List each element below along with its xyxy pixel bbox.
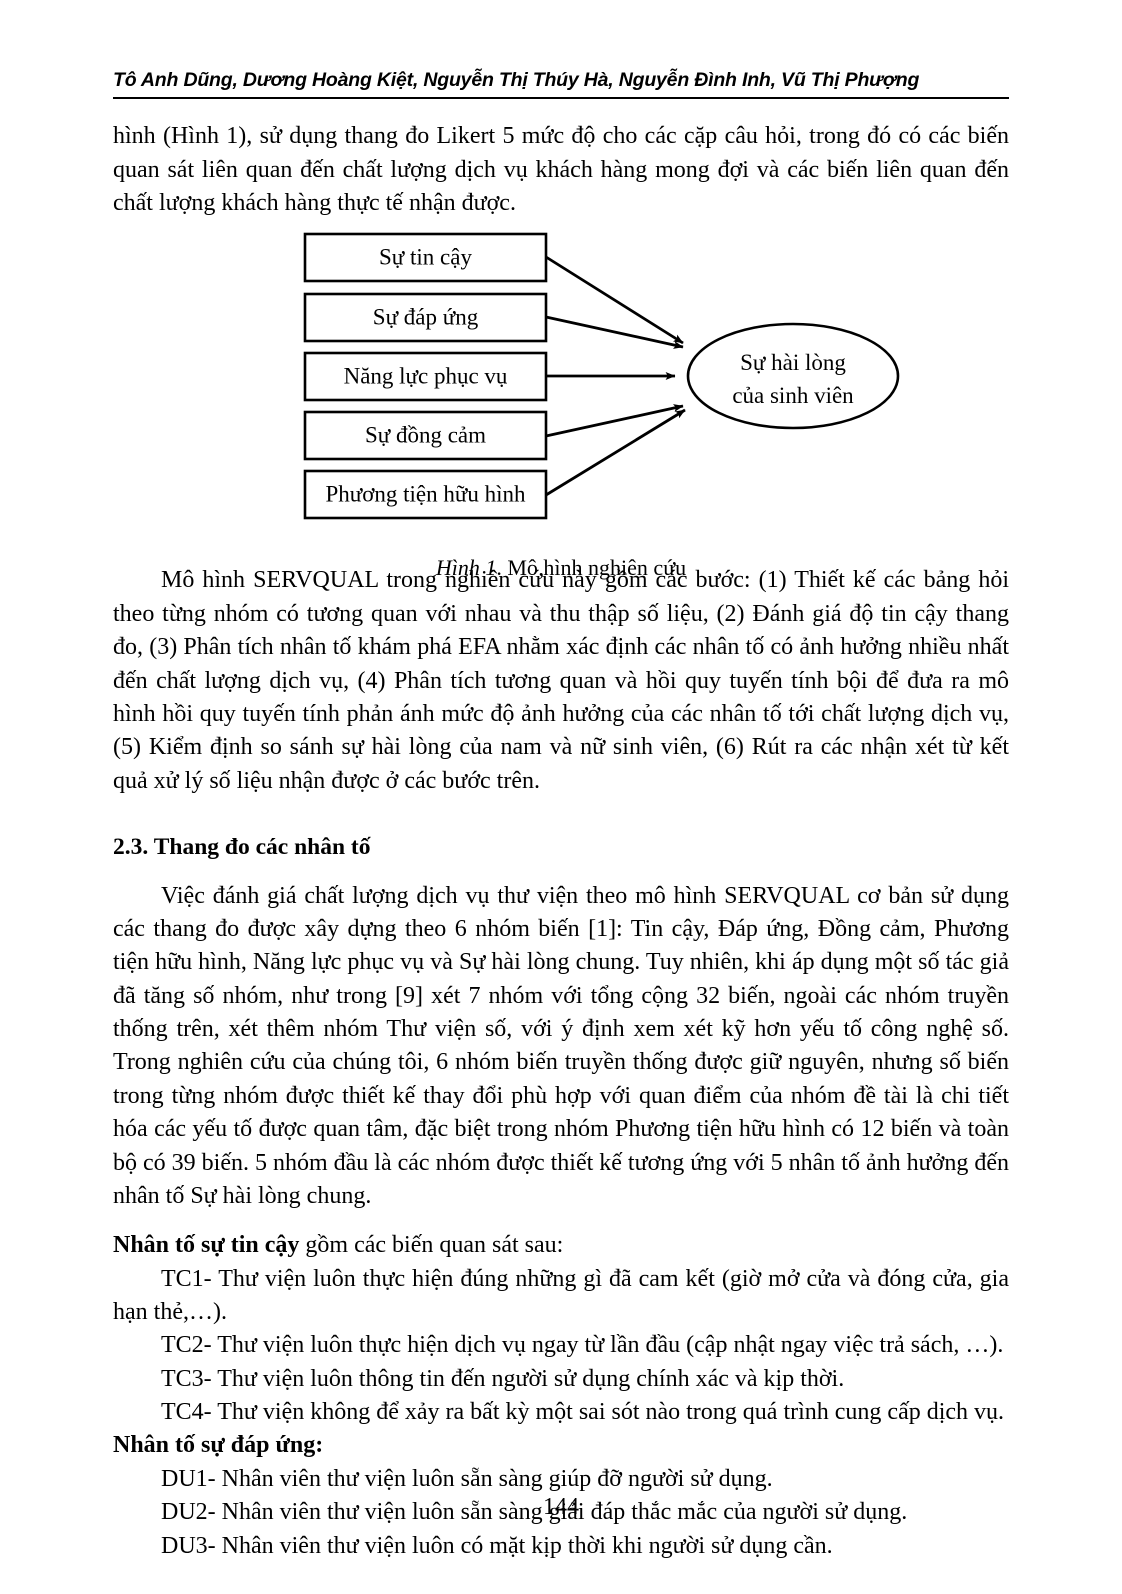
factor-1-item-tc3: TC3- Thư viện luôn thông tin đến người s… (161, 1365, 845, 1392)
paragraph-intro: hình (Hình 1), sử dụng thang đo Likert 5… (113, 123, 1009, 217)
factor-box-4-label: Sự đồng cảm (365, 423, 486, 448)
arrow-5 (545, 409, 686, 497)
factor-box-5: Phương tiện hữu hình (303, 470, 548, 520)
factor-box-3-label: Năng lực phục vụ (344, 364, 508, 389)
arrow-2 (545, 316, 684, 350)
factor-1-item-tc2: TC2- Thư viện luôn thực hiện dịch vụ nga… (161, 1332, 1004, 1359)
factor-box-2-label: Sự đáp ứng (373, 305, 479, 330)
factor-box-1-label: Sự tin cậy (379, 245, 472, 270)
factor-box-1: Sự tin cậy (303, 233, 548, 283)
figure-caption: Hình 1. Mô hình nghiên cứu (113, 554, 1009, 583)
factor-2-item-du3: DU3- Nhân viên thư viện luôn có mặt kịp … (161, 1532, 833, 1559)
paragraph-servqual-steps: Mô hình SERVQUAL trong nghiên cứu này gồ… (113, 567, 1009, 794)
document-page: Tô Anh Dũng, Dương Hoàng Kiệt, Nguyễn Th… (0, 0, 1122, 1594)
figure-caption-text: . Mô hình nghiên cứu (496, 555, 687, 581)
factor-1-lead-tail: gồm các biến quan sát sau: (299, 1232, 564, 1259)
figure-1-research-model: Sự tin cậy Sự đáp ứng Năng lực phục vụ S… (113, 226, 1009, 580)
paragraph-scales: Việc đánh giá chất lượng dịch vụ thư việ… (113, 882, 1009, 1209)
factor-box-4: Sự đồng cảm (303, 411, 548, 461)
outcome-label-line2: của sinh viên (732, 383, 854, 408)
factor-2-item-du1: DU1- Nhân viên thư viện luôn sẵn sàng gi… (161, 1465, 773, 1492)
factor-2-lead: Nhân tố sự đáp ứng: (113, 1429, 1009, 1462)
factor-2-lead-bold: Nhân tố sự đáp ứng: (113, 1432, 324, 1459)
page-content: Tô Anh Dũng, Dương Hoàng Kiệt, Nguyễn Th… (113, 0, 1009, 1563)
running-head: Tô Anh Dũng, Dương Hoàng Kiệt, Nguyễn Th… (113, 68, 1009, 100)
page-number: 144 (543, 1494, 579, 1520)
factor-1-item-tc4: TC4- Thư viện không để xảy ra bất kỳ một… (161, 1399, 1005, 1426)
outcome-label-line1: Sự hài lòng (740, 350, 846, 375)
arrow-1 (545, 256, 684, 345)
outcome-ellipse: Sự hài lòng của sinh viên (686, 323, 900, 430)
section-heading-2-3: 2.3. Thang đo các nhân tố (113, 833, 371, 860)
factor-1-item-tc1: TC1- Thư viện luôn thực hiện đúng những … (113, 1265, 1009, 1325)
arrow-4 (545, 404, 684, 438)
figure-caption-number: Hình 1 (435, 555, 497, 581)
factor-box-2: Sự đáp ứng (303, 293, 548, 343)
factor-box-5-label: Phương tiện hữu hình (325, 482, 526, 507)
factor-box-3: Năng lực phục vụ (303, 352, 548, 402)
research-model-diagram: Sự tin cậy Sự đáp ứng Năng lực phục vụ S… (303, 233, 900, 520)
factor-1-lead-bold: Nhân tố sự tin cậy (113, 1232, 300, 1259)
factor-1-lead: Nhân tố sự tin cậy gồm các biến quan sát… (113, 1229, 1009, 1262)
